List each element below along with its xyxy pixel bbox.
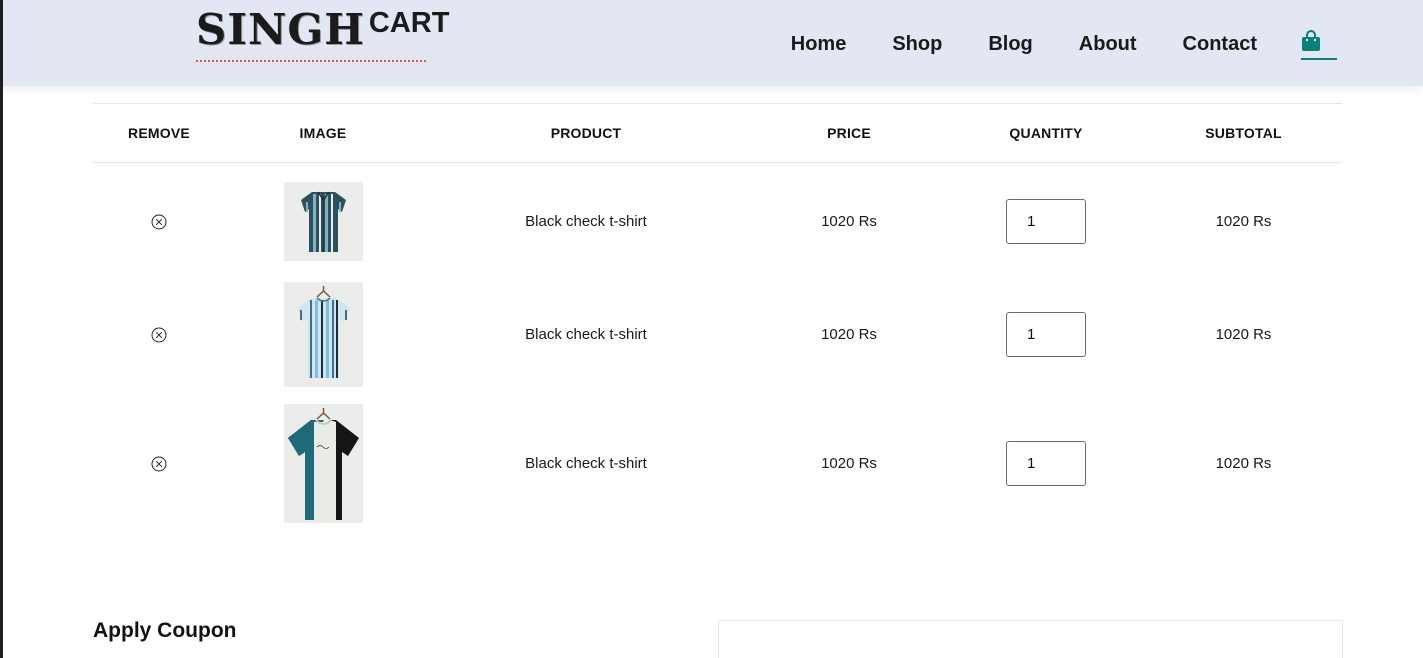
product-price: 1020 Rs (821, 325, 877, 343)
quantity-input[interactable] (1006, 441, 1086, 486)
product-price: 1020 Rs (821, 455, 877, 472)
remove-cell (93, 163, 225, 280)
product-subtotal: 1020 Rs (1215, 212, 1272, 230)
quantity-cell (947, 163, 1145, 280)
table-row: Black check t-shirt 1020 Rs 1020 Rs (93, 389, 1342, 539)
cart-totals-box (718, 620, 1343, 658)
product-subtotal: 1020 Rs (1215, 325, 1272, 343)
active-underline (1301, 58, 1337, 60)
quantity-cell (947, 280, 1145, 389)
product-image-striped-shirt-dark (283, 181, 363, 261)
cart-table: REMOVE IMAGE PRODUCT PRICE QUANTITY SUBT… (93, 103, 1342, 539)
product-name[interactable]: Black check t-shirt (421, 389, 751, 539)
table-header-row: REMOVE IMAGE PRODUCT PRICE QUANTITY SUBT… (93, 103, 1342, 163)
header-remove: REMOVE (128, 125, 190, 141)
quantity-input[interactable] (1006, 198, 1086, 244)
cart-section: REMOVE IMAGE PRODUCT PRICE QUANTITY SUBT… (93, 103, 1342, 539)
nav-link-shop[interactable]: Shop (892, 30, 942, 58)
shopping-bag-icon (1302, 30, 1320, 51)
nav-link-blog[interactable]: Blog (988, 30, 1032, 58)
product-image-striped-shirt-light-blue (283, 281, 363, 387)
quantity-input[interactable] (1006, 311, 1086, 357)
table-row: Black check t-shirt 1020 Rs 1020 Rs (93, 280, 1342, 389)
image-cell (225, 163, 421, 280)
header-product: PRODUCT (550, 125, 622, 141)
remove-cell (93, 389, 225, 539)
window-edge (0, 0, 3, 658)
remove-cell (93, 280, 225, 389)
circle-x-icon[interactable] (151, 327, 167, 343)
image-cell (225, 280, 421, 389)
navbar: SINGH CART Home Shop Blog About Contact (0, 0, 1423, 86)
product-name[interactable]: Black check t-shirt (421, 163, 751, 280)
circle-x-icon[interactable] (151, 214, 167, 230)
nav-link-home[interactable]: Home (791, 30, 847, 58)
table-row: Black check t-shirt 1020 Rs 1020 Rs (93, 163, 1342, 280)
logo-superscript: CART (368, 7, 450, 39)
header-price: PRICE (827, 125, 871, 141)
product-price: 1020 Rs (821, 212, 877, 230)
product-name[interactable]: Black check t-shirt (421, 280, 751, 389)
header-image: IMAGE (299, 125, 347, 141)
cart-link[interactable] (1301, 28, 1337, 60)
main-nav: Home Shop Blog About Contact (791, 28, 1337, 60)
logo-text: SINGH (196, 5, 365, 54)
nav-link-contact[interactable]: Contact (1183, 30, 1257, 58)
quantity-cell (947, 389, 1145, 539)
header-quantity: QUANTITY (1009, 125, 1083, 141)
nav-link-about[interactable]: About (1079, 30, 1137, 58)
product-image-colorblock-tee (283, 404, 363, 523)
header-subtotal: SUBTOTAL (1205, 125, 1282, 141)
coupon-title: Apply Coupon (93, 619, 237, 642)
logo[interactable]: SINGH CART (196, 5, 449, 62)
image-cell (225, 389, 421, 539)
circle-x-icon[interactable] (151, 456, 167, 472)
product-subtotal: 1020 Rs (1215, 455, 1272, 472)
